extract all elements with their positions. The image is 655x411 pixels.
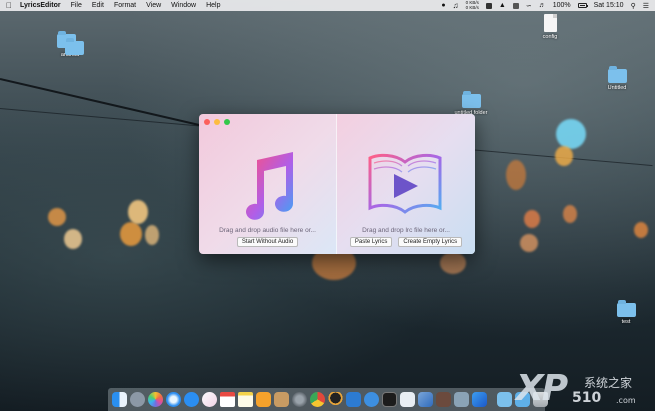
file-icon <box>543 14 557 32</box>
desktop-icon-untitled[interactable]: Untitled <box>592 66 642 91</box>
desktop-icon-test[interactable]: test <box>601 300 651 325</box>
calendar-icon[interactable] <box>220 392 235 407</box>
bokeh-light <box>120 222 142 246</box>
window-controls <box>204 119 230 125</box>
music-note-icon <box>246 152 293 220</box>
folder-icon <box>65 38 84 55</box>
lyrics-button-row: Paste Lyrics Create Empty Lyrics <box>337 237 475 247</box>
status-app-icon[interactable] <box>512 2 519 9</box>
menu-bar:  LyricsEditor File Edit Format View Win… <box>0 0 655 11</box>
app-store-icon[interactable] <box>184 392 199 407</box>
bokeh-light <box>520 234 538 252</box>
menu-file[interactable]: File <box>71 2 82 9</box>
contacts-icon[interactable] <box>274 392 289 407</box>
search-icon[interactable]: ⚲ <box>631 2 636 10</box>
notification-list-icon[interactable]: ☰ <box>643 2 649 10</box>
menu-format[interactable]: Format <box>114 2 136 9</box>
audio-drop-zone[interactable]: Drag and drop audio file here or... Star… <box>199 114 336 254</box>
lyrics-drop-text: Drag and drop lrc file here or... <box>362 227 450 234</box>
chrome-icon[interactable] <box>310 392 325 407</box>
folder-icon <box>616 300 636 317</box>
desktop-icon-android[interactable]: android <box>45 31 95 58</box>
minimize-window-icon[interactable] <box>214 119 220 125</box>
lyrics-editor-icon[interactable] <box>472 392 487 407</box>
bokeh-light <box>128 200 148 224</box>
bokeh-light <box>145 225 159 245</box>
desktop-icon-label: config <box>542 34 558 40</box>
folder-icon[interactable] <box>497 392 512 407</box>
vscode-icon[interactable] <box>346 392 361 407</box>
audio-drop-text: Drag and drop audio file here or... <box>219 227 316 234</box>
image-capture-icon[interactable] <box>454 392 469 407</box>
status-area: ● ♫ 0 KB/s 0 KB/s ▲ ∽ ♬ 100% Sat 15:10 ⚲… <box>441 0 649 10</box>
watermark-site-name: 系统之家 <box>584 376 633 390</box>
qq-status-icon[interactable]: ● <box>441 2 445 9</box>
menu-edit[interactable]: Edit <box>92 2 104 9</box>
menu-view[interactable]: View <box>146 2 161 9</box>
notes-icon[interactable] <box>238 392 253 407</box>
music-icon[interactable] <box>202 392 217 407</box>
start-without-audio-button[interactable]: Start Without Audio <box>236 237 299 247</box>
paste-lyrics-button[interactable]: Paste Lyrics <box>349 237 393 247</box>
airplay-icon[interactable]: ▲ <box>499 2 506 9</box>
bokeh-light <box>48 208 66 226</box>
menu-clock[interactable]: Sat 15:10 <box>594 2 624 9</box>
books-icon[interactable] <box>256 392 271 407</box>
photos-icon[interactable] <box>148 392 163 407</box>
folder-stack <box>55 31 85 55</box>
bokeh-light <box>440 252 466 274</box>
create-empty-lyrics-button[interactable]: Create Empty Lyrics <box>398 237 463 247</box>
terminal-icon[interactable] <box>382 392 397 407</box>
battery-percent[interactable]: 100% <box>553 2 571 9</box>
watermark-suffix: .com <box>616 396 636 405</box>
desktop-icon-label: test <box>621 319 631 325</box>
net-down: 0 KB/s <box>465 4 479 10</box>
wifi-icon[interactable]: ∽ <box>526 2 532 10</box>
dock <box>108 388 548 411</box>
preview-icon[interactable] <box>400 392 415 407</box>
qq-icon[interactable] <box>328 392 343 407</box>
battery-icon[interactable] <box>577 3 588 8</box>
launchpad-icon[interactable] <box>130 392 145 407</box>
site-watermark: XP 系统之家 510 .com <box>516 368 651 409</box>
bokeh-light <box>64 229 82 249</box>
safari-icon[interactable] <box>166 392 181 407</box>
menu-window[interactable]: Window <box>171 2 196 9</box>
network-stats[interactable]: 0 KB/s 0 KB/s <box>465 0 479 10</box>
xcode-icon[interactable] <box>364 392 379 407</box>
bokeh-light <box>634 222 648 238</box>
desktop-icon-config[interactable]: config <box>525 14 575 40</box>
menu-help[interactable]: Help <box>206 2 220 9</box>
close-window-icon[interactable] <box>204 119 210 125</box>
folder-icon <box>461 91 481 108</box>
apple-menu-icon[interactable]:  <box>6 1 12 10</box>
bokeh-light <box>563 205 577 223</box>
music-note-icon[interactable]: ♫ <box>453 1 459 10</box>
bokeh-light <box>524 210 540 228</box>
desktop-icon-label: Untitled <box>607 85 627 91</box>
display-icon[interactable] <box>485 2 492 9</box>
audio-button-row: Start Without Audio <box>199 237 336 247</box>
bokeh-light <box>555 146 573 166</box>
system-preferences-icon[interactable] <box>292 392 307 407</box>
zoom-window-icon[interactable] <box>224 119 230 125</box>
bokeh-light <box>506 160 526 190</box>
watermark-logo: XP <box>516 368 568 409</box>
desktop-icon-untitled-folder[interactable]: untitled folder <box>446 91 496 116</box>
menu-app-name[interactable]: LyricsEditor <box>20 2 61 9</box>
folder-icon <box>607 66 627 83</box>
bokeh-light <box>556 119 586 149</box>
lyrics-editor-window: Drag and drop audio file here or... Star… <box>199 114 475 254</box>
finder-icon[interactable] <box>112 392 127 407</box>
photo-booth-icon[interactable] <box>436 392 451 407</box>
book-play-icon <box>368 153 442 214</box>
volume-icon[interactable]: ♬ <box>539 2 546 9</box>
pages-icon[interactable] <box>418 392 433 407</box>
watermark-number: 510 <box>572 390 602 406</box>
